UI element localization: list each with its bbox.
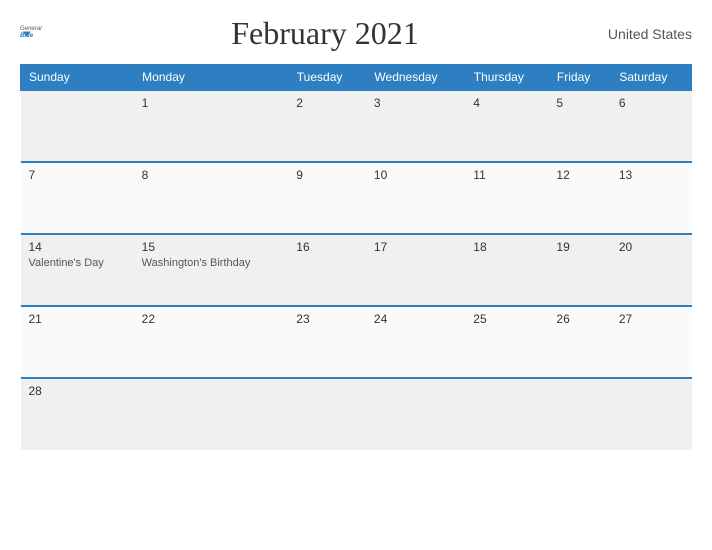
day-number: 2: [296, 96, 358, 110]
day-number: 6: [619, 96, 684, 110]
calendar-week-row: 1 2 3 4 5 6: [21, 90, 692, 162]
day-number: 15: [142, 240, 281, 254]
day-number: 10: [374, 168, 457, 182]
calendar-cell: 3: [366, 90, 465, 162]
calendar-cell: 20: [611, 234, 692, 306]
calendar-cell: [548, 378, 610, 450]
calendar-header: General Blue February 2021 United States: [20, 15, 692, 52]
day-number: 27: [619, 312, 684, 326]
weekday-header-row: Sunday Monday Tuesday Wednesday Thursday…: [21, 65, 692, 91]
calendar-cell: 5: [548, 90, 610, 162]
day-number: 26: [556, 312, 602, 326]
day-number: 28: [29, 384, 126, 398]
calendar-cell: 24: [366, 306, 465, 378]
calendar-cell: 12: [548, 162, 610, 234]
calendar-cell: 22: [134, 306, 289, 378]
calendar-title: February 2021: [231, 15, 419, 52]
calendar-cell: [465, 378, 548, 450]
day-number: 7: [29, 168, 126, 182]
day-number: 20: [619, 240, 684, 254]
calendar-cell: 21: [21, 306, 134, 378]
day-number: 16: [296, 240, 358, 254]
logo-general: General Blue: [20, 20, 42, 47]
day-number: 8: [142, 168, 281, 182]
calendar-cell: [366, 378, 465, 450]
calendar-cell: [21, 90, 134, 162]
calendar-cell: 26: [548, 306, 610, 378]
calendar-week-row: 21 22 23 24 25 26 27: [21, 306, 692, 378]
day-number: 14: [29, 240, 126, 254]
svg-text:General: General: [20, 26, 42, 32]
day-number: 22: [142, 312, 281, 326]
calendar-cell: 18: [465, 234, 548, 306]
day-number: 12: [556, 168, 602, 182]
calendar-cell: [611, 378, 692, 450]
calendar-cell: 15 Washington's Birthday: [134, 234, 289, 306]
calendar-cell: 16: [288, 234, 366, 306]
calendar-cell: 28: [21, 378, 134, 450]
day-number: 19: [556, 240, 602, 254]
header-saturday: Saturday: [611, 65, 692, 91]
event-text: Washington's Birthday: [142, 257, 281, 269]
day-number: 21: [29, 312, 126, 326]
calendar-cell: 14 Valentine's Day: [21, 234, 134, 306]
day-number: 17: [374, 240, 457, 254]
calendar-cell: 23: [288, 306, 366, 378]
header-monday: Monday: [134, 65, 289, 91]
day-number: 5: [556, 96, 602, 110]
calendar-table: Sunday Monday Tuesday Wednesday Thursday…: [20, 64, 692, 450]
event-text: Valentine's Day: [29, 257, 126, 269]
header-thursday: Thursday: [465, 65, 548, 91]
calendar-cell: 19: [548, 234, 610, 306]
day-number: 9: [296, 168, 358, 182]
calendar-cell: [134, 378, 289, 450]
calendar-cell: 7: [21, 162, 134, 234]
calendar-cell: 13: [611, 162, 692, 234]
calendar-cell: 10: [366, 162, 465, 234]
calendar-cell: 8: [134, 162, 289, 234]
calendar-cell: 11: [465, 162, 548, 234]
calendar-week-row: 7 8 9 10 11 12 13: [21, 162, 692, 234]
day-number: 25: [473, 312, 540, 326]
calendar-cell: 9: [288, 162, 366, 234]
calendar-cell: 6: [611, 90, 692, 162]
day-number: 18: [473, 240, 540, 254]
header-tuesday: Tuesday: [288, 65, 366, 91]
calendar-week-row: 28: [21, 378, 692, 450]
calendar-cell: 4: [465, 90, 548, 162]
calendar-cell: 2: [288, 90, 366, 162]
header-sunday: Sunday: [21, 65, 134, 91]
calendar-container: General Blue February 2021 United States…: [0, 0, 712, 550]
calendar-week-row: 14 Valentine's Day 15 Washington's Birthday…: [21, 234, 692, 306]
calendar-cell: 1: [134, 90, 289, 162]
day-number: 13: [619, 168, 684, 182]
logo: General Blue: [20, 20, 42, 47]
header-wednesday: Wednesday: [366, 65, 465, 91]
calendar-cell: 17: [366, 234, 465, 306]
calendar-cell: 25: [465, 306, 548, 378]
calendar-cell: [288, 378, 366, 450]
day-number: 3: [374, 96, 457, 110]
day-number: 1: [142, 96, 281, 110]
day-number: 11: [473, 168, 540, 182]
day-number: 4: [473, 96, 540, 110]
svg-text:Blue: Blue: [20, 33, 34, 39]
calendar-cell: 27: [611, 306, 692, 378]
day-number: 23: [296, 312, 358, 326]
header-friday: Friday: [548, 65, 610, 91]
day-number: 24: [374, 312, 457, 326]
country-label: United States: [608, 26, 692, 42]
